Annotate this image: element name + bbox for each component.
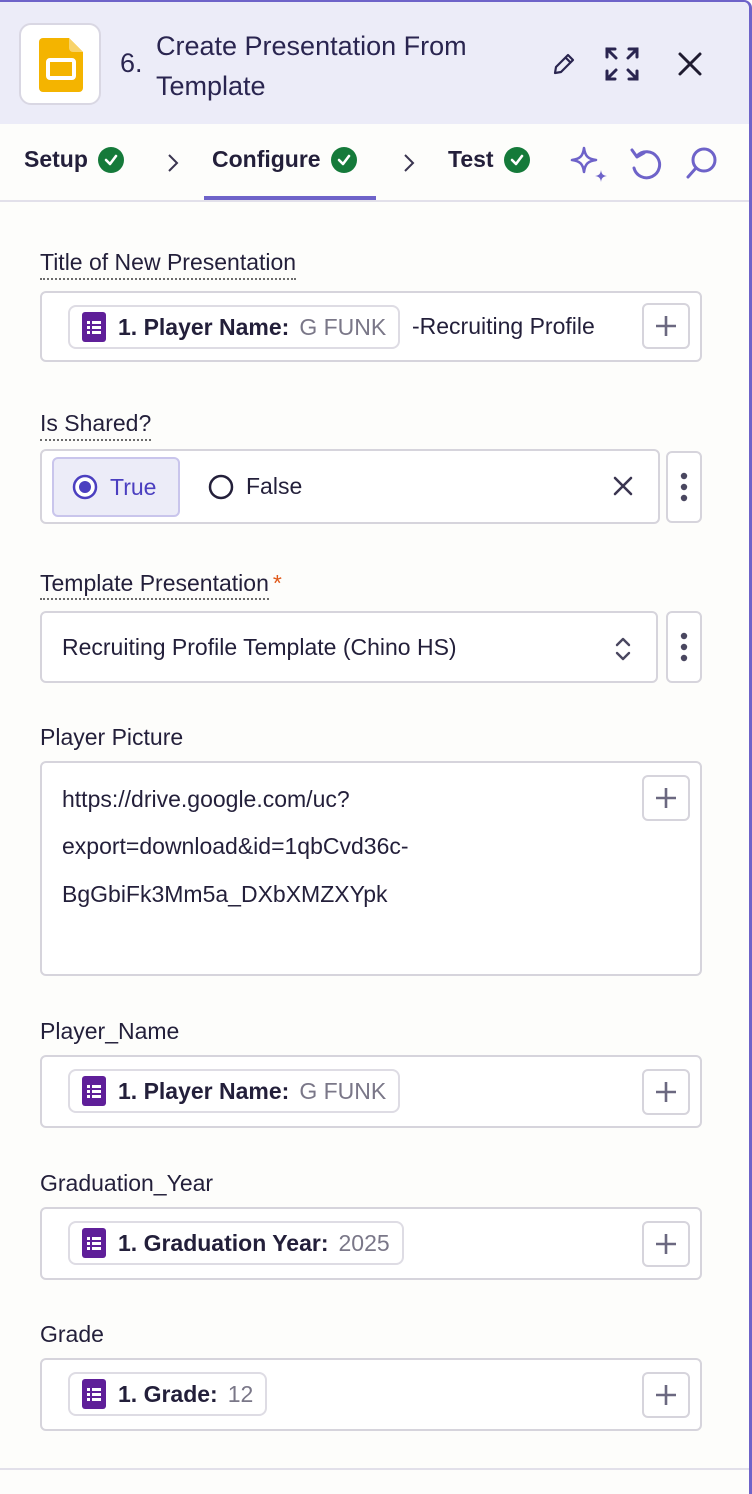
token-key: 1. Player Name:: [118, 313, 290, 340]
template-label-wrap: Template Presentation *: [40, 570, 282, 600]
clear-selection-button[interactable]: [612, 475, 634, 502]
panel-header: 6. Create Presentation From Template: [0, 2, 749, 124]
mapped-field-token[interactable]: 1. Player Name: G FUNK: [68, 305, 401, 349]
insert-data-button[interactable]: [642, 1372, 690, 1418]
edit-title-button[interactable]: [544, 42, 584, 86]
more-vertical-icon: [680, 632, 688, 662]
step-tabs: Setup Configure Test: [0, 124, 749, 202]
check-circle-icon: [503, 146, 530, 173]
refresh-icon[interactable]: [628, 144, 664, 184]
insert-data-button[interactable]: [642, 303, 690, 349]
field-options-button[interactable]: [666, 611, 702, 683]
mapped-field-token[interactable]: 1. Player Name: G FUNK: [68, 1069, 401, 1113]
text-line: export=download&id=1qbCvd36c-: [62, 833, 409, 859]
is-shared-label: Is Shared?: [40, 410, 152, 441]
grade-input[interactable]: 1. Grade: 12: [40, 1358, 702, 1431]
divider: [0, 1468, 749, 1470]
active-tab-indicator: [204, 196, 376, 200]
chevron-right-icon: [404, 154, 415, 172]
player-picture-input[interactable]: https://drive.google.com/uc? export=down…: [40, 761, 702, 976]
template-label: Template Presentation: [40, 570, 269, 600]
plus-icon: [656, 1385, 676, 1405]
player-name-input[interactable]: 1. Player Name: G FUNK: [40, 1055, 702, 1128]
token-key: 1. Grade:: [118, 1380, 218, 1407]
field-options-button[interactable]: [666, 451, 702, 523]
template-select[interactable]: Recruiting Profile Template (Chino HS): [40, 611, 658, 683]
plus-icon: [656, 1234, 676, 1254]
check-circle-icon: [97, 146, 124, 173]
grade-label: Grade: [40, 1321, 104, 1347]
graduation-year-input[interactable]: 1. Graduation Year: 2025: [40, 1207, 702, 1280]
player-name-label: Player_Name: [40, 1018, 180, 1044]
graduation-year-label: Graduation_Year: [40, 1170, 214, 1196]
insert-data-button[interactable]: [642, 1221, 690, 1267]
token-value: G FUNK: [299, 1077, 387, 1104]
google-slides-icon: [39, 38, 83, 92]
plus-icon: [656, 788, 676, 808]
title-suffix-text: -Recruiting Profile: [412, 313, 595, 339]
radio-option-false[interactable]: False: [208, 473, 302, 500]
radio-label: False: [246, 473, 303, 499]
clear-icon: [613, 476, 633, 496]
plus-icon: [656, 1082, 676, 1102]
text-line: BgGbiFk3Mm5a_DXbXMZXYpk: [62, 881, 388, 907]
title-input[interactable]: 1. Player Name: G FUNK -Recruiting Profi…: [40, 291, 702, 362]
insert-data-button[interactable]: [642, 1069, 690, 1115]
tab-test[interactable]: Test: [448, 146, 530, 173]
is-shared-radio-group: True False: [40, 449, 660, 524]
tab-label: Setup: [24, 146, 88, 172]
template-select-value: Recruiting Profile Template (Chino HS): [62, 634, 457, 660]
check-circle-icon: [330, 146, 357, 173]
plus-icon: [656, 316, 676, 336]
radio-label: True: [110, 473, 157, 500]
close-button[interactable]: [670, 42, 710, 86]
token-key: 1. Player Name:: [118, 1077, 290, 1104]
radio-selected-icon: [72, 474, 98, 500]
token-value: 2025: [338, 1229, 390, 1256]
token-value: 12: [227, 1380, 254, 1407]
tab-configure[interactable]: Configure: [212, 146, 357, 173]
step-number: 6.: [120, 48, 143, 78]
insert-data-button[interactable]: [642, 775, 690, 821]
google-forms-icon: [82, 1379, 106, 1409]
text-line: https://drive.google.com/uc?: [62, 786, 350, 812]
tab-label: Test: [448, 146, 494, 172]
mapped-field-token[interactable]: 1. Graduation Year: 2025: [68, 1221, 404, 1265]
radio-option-true[interactable]: True: [52, 457, 180, 517]
search-icon[interactable]: [684, 144, 720, 184]
app-icon-box: [19, 23, 101, 105]
mapped-field-token[interactable]: 1. Grade: 12: [68, 1372, 268, 1416]
token-value: G FUNK: [299, 313, 387, 340]
player-picture-label: Player Picture: [40, 724, 184, 750]
step-config-panel: 6. Create Presentation From Template Set…: [0, 0, 752, 1494]
required-marker: *: [272, 570, 282, 596]
page-title: Create Presentation From Template: [156, 31, 467, 101]
google-forms-icon: [82, 1076, 106, 1106]
ai-sparkle-icon[interactable]: [568, 144, 610, 184]
google-forms-icon: [82, 312, 106, 342]
select-chevrons-icon: [615, 637, 631, 661]
google-forms-icon: [82, 1228, 106, 1258]
expand-button[interactable]: [602, 42, 642, 86]
token-key: 1. Graduation Year:: [118, 1229, 329, 1256]
more-vertical-icon: [680, 472, 688, 502]
edit-pencil-icon: [553, 53, 575, 75]
chevron-right-icon: [168, 154, 179, 172]
tab-setup[interactable]: Setup: [24, 146, 124, 173]
radio-unselected-icon: [208, 474, 234, 499]
close-icon: [678, 52, 702, 76]
expand-icon: [605, 47, 639, 81]
title-field-label: Title of New Presentation: [40, 249, 297, 280]
tab-label: Configure: [212, 146, 321, 172]
